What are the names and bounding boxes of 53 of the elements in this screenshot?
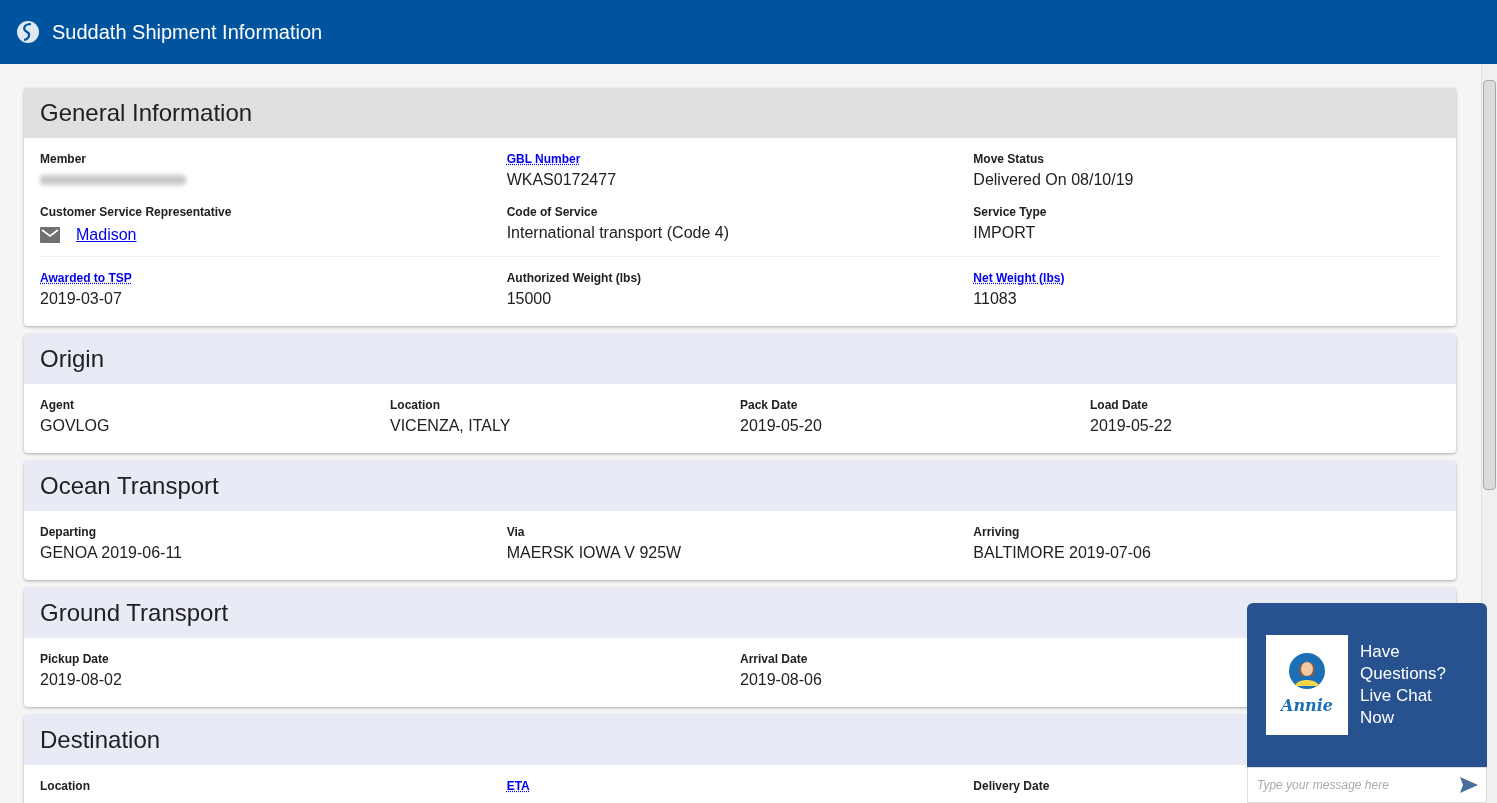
field-value: 2019-03-07 <box>40 289 122 309</box>
field-label: Pack Date <box>740 397 798 413</box>
section-title: Destination <box>40 725 161 755</box>
app-title: Suddath Shipment Information <box>52 20 323 45</box>
section-title: Ground Transport <box>40 598 229 628</box>
field-label: Location <box>390 397 440 413</box>
field-label: Arrival Date <box>740 651 808 667</box>
field-label: Location <box>40 778 90 794</box>
field-label: Authorized Weight (lbs) <box>506 270 642 286</box>
representative-link[interactable]: Madison <box>76 223 137 247</box>
section-title: Ocean Transport <box>40 471 219 501</box>
field-label: Delivery Date <box>973 778 1050 794</box>
brand-name: Annie <box>1281 695 1333 717</box>
section-title: General Information <box>40 98 253 128</box>
avatar-icon <box>1289 652 1325 690</box>
field-label: Member <box>40 151 86 167</box>
field-value: 11083 <box>973 289 1017 309</box>
field-value: GOVLOG <box>40 416 110 436</box>
field-label-link[interactable]: Awarded to TSP <box>40 270 132 286</box>
field-value: 2019-05-20 <box>740 416 822 436</box>
scrollbar[interactable] <box>1481 64 1497 803</box>
field-label: Departing <box>40 524 96 540</box>
field-value: WKAS0172477 <box>506 170 617 190</box>
field-value: VICENZA, ITALY <box>390 416 511 436</box>
mail-icon[interactable] <box>40 227 60 243</box>
field-value: 2019-08-06 <box>740 670 822 690</box>
field-label-link[interactable]: GBL Number <box>506 151 581 167</box>
field-value: GENOA 2019-06-11 <box>40 543 182 563</box>
field-value: International transport (Code 4) <box>506 223 729 243</box>
message-box[interactable]: Type your message here <box>1247 767 1487 803</box>
field-label-link[interactable]: ETA <box>506 778 530 794</box>
send-icon[interactable] <box>1460 777 1478 793</box>
message-field[interactable]: Type your message here <box>1257 776 1460 794</box>
field-label: Agent <box>40 397 74 413</box>
field-label: Code of Service <box>506 204 598 220</box>
chat-headline: Have Questions? Live Chat Now <box>1360 641 1447 729</box>
field-value: BALTIMORE 2019-07-06 <box>973 543 1151 563</box>
section-title: Origin <box>40 344 105 374</box>
field-value: 2019-08-02 <box>40 670 122 690</box>
field-value: MAERSK IOWA V 925W <box>506 543 682 563</box>
field-label: Arriving <box>973 524 1020 540</box>
field-label: Service Type <box>973 204 1047 220</box>
field-label: Load Date <box>1090 397 1148 413</box>
field-label: Via <box>506 524 525 540</box>
field-value: 2019-05-22 <box>1090 416 1172 436</box>
logo-icon <box>16 20 40 44</box>
field-value: Delivered On 08/10/19 <box>973 170 1134 190</box>
field-label: Customer Service Representative <box>40 204 232 220</box>
field-label: Pickup Date <box>40 651 109 667</box>
field-label-link[interactable]: Net Weight (lbs) <box>973 270 1065 286</box>
field-value: 15000 <box>506 289 552 309</box>
field-label: Move Status <box>973 151 1044 167</box>
field-value: IMPORT <box>973 223 1036 243</box>
